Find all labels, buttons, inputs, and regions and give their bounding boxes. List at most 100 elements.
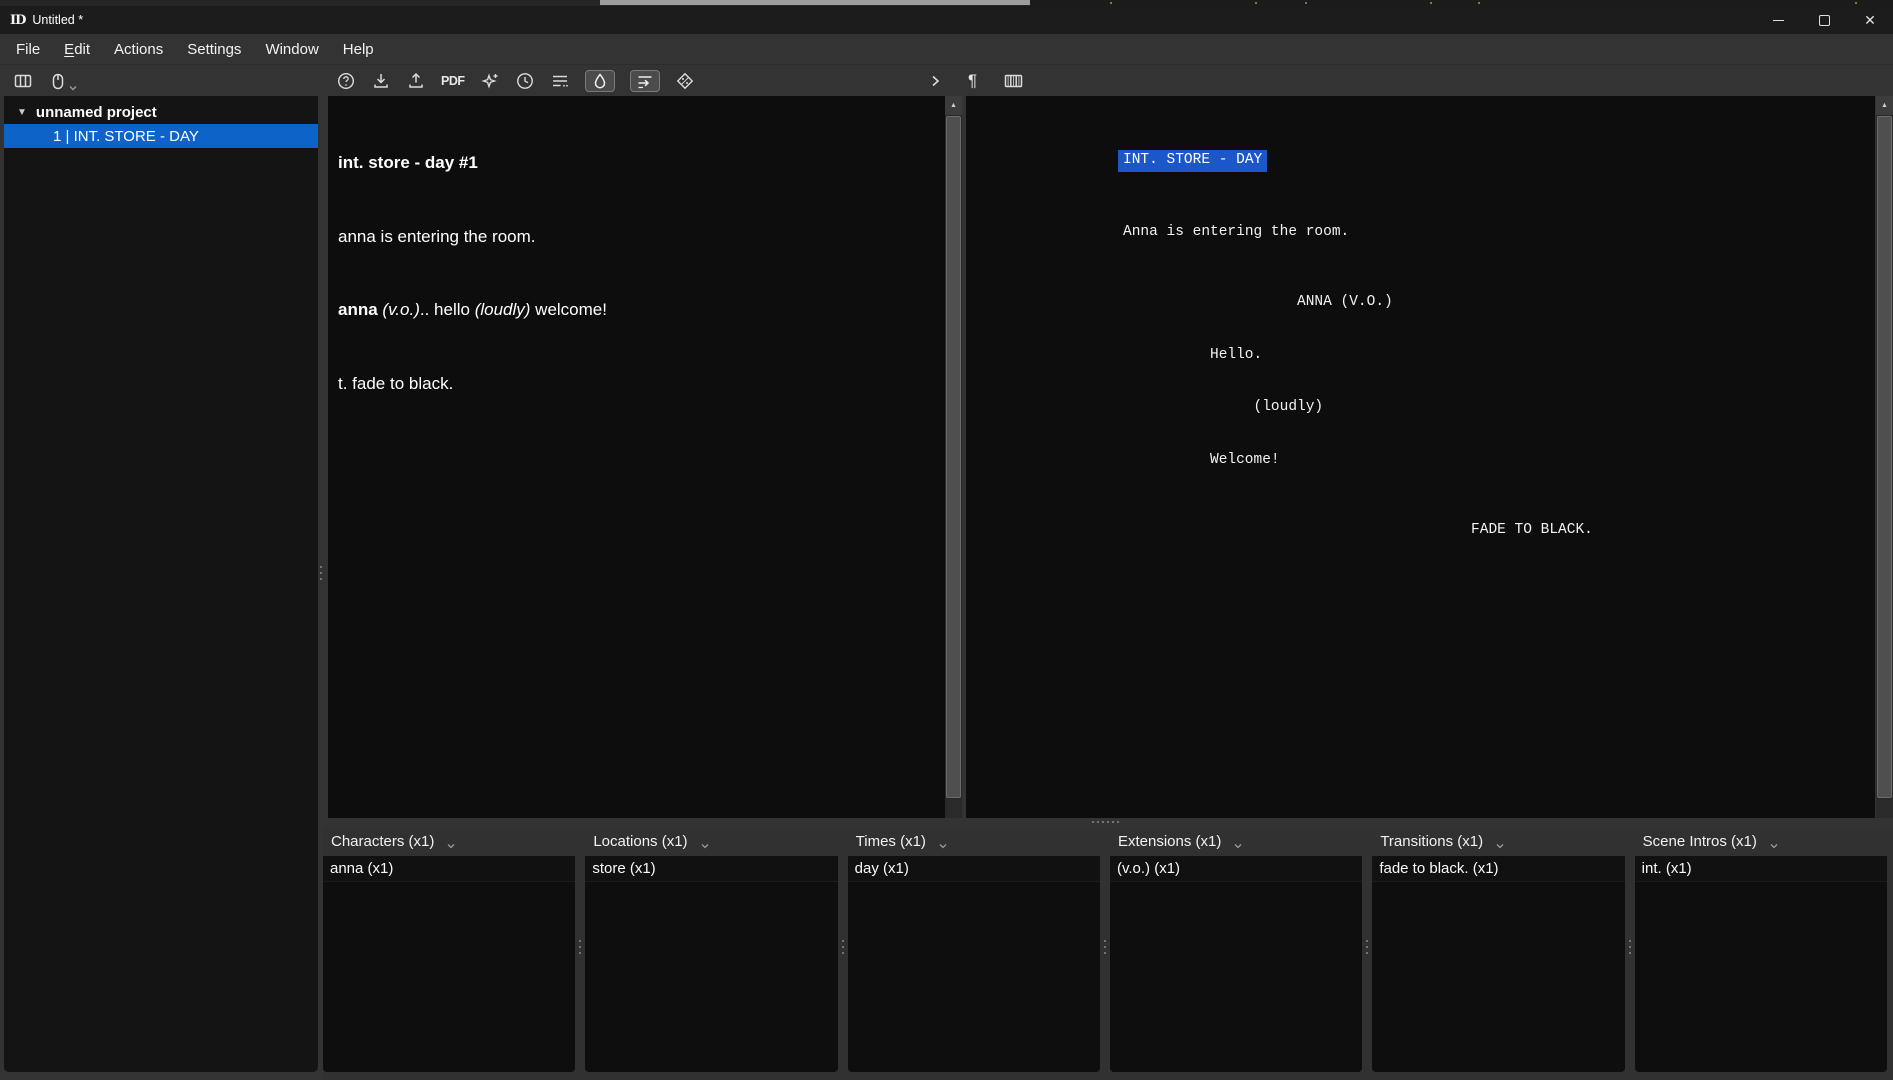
panel-splitter-handle[interactable]: [842, 940, 844, 954]
editor-dialogue-line[interactable]: anna (v.o.).. hello (loudly) welcome!: [338, 298, 933, 323]
editor-transition-line[interactable]: t. fade to black.: [338, 372, 933, 397]
script-editor-pane[interactable]: int. store - day #1 anna is entering the…: [328, 96, 945, 818]
menu-window[interactable]: Window: [265, 41, 318, 58]
list-item[interactable]: (v.o.) (x1): [1109, 856, 1363, 882]
preview-character-cue[interactable]: ANNA (V.O.): [1297, 294, 1875, 312]
editor-content[interactable]: int. store - day #1 anna is entering the…: [328, 96, 945, 445]
list-item[interactable]: anna (x1): [323, 856, 576, 882]
list-item[interactable]: store (x1): [585, 856, 838, 882]
panel-splitter-handle[interactable]: [1629, 940, 1631, 954]
page-columns-button[interactable]: [1003, 71, 1024, 91]
chevron-right-icon: [932, 75, 940, 87]
layout-columns-button[interactable]: [13, 71, 33, 91]
preview-scene-heading-line[interactable]: INT. STORE - DAY: [1118, 150, 1875, 172]
preview-scrollbar-thumb[interactable]: [1877, 116, 1892, 798]
panel-splitter-handle[interactable]: [1366, 940, 1368, 954]
list-item[interactable]: fade to black. (x1): [1372, 856, 1625, 882]
triangle-up-icon: ▲: [1881, 102, 1888, 109]
theme-ink-toggle-button[interactable]: [584, 70, 615, 92]
preview-parenthetical-line[interactable]: (loudly): [1254, 399, 1875, 417]
editor-scrollbar-thumb[interactable]: [946, 116, 961, 798]
menu-file[interactable]: File: [16, 41, 40, 58]
magic-button[interactable]: [480, 71, 500, 91]
panel-splitter-handle[interactable]: [579, 940, 581, 954]
history-button[interactable]: [515, 71, 535, 91]
mouse-settings-button[interactable]: [49, 72, 77, 91]
project-tree-root[interactable]: ▼ unnamed project: [4, 101, 318, 124]
titlebar: ID Untitled * ✕: [0, 6, 1893, 34]
upload-icon: [409, 72, 423, 88]
panel-splitter-handle[interactable]: [1104, 940, 1106, 954]
import-button[interactable]: [371, 71, 391, 91]
sort-chevron-icon[interactable]: [701, 843, 709, 849]
menu-edit[interactable]: Edit: [64, 41, 90, 58]
panel-header[interactable]: Locations (x1): [585, 827, 837, 856]
panel-header[interactable]: Scene Intros (x1): [1635, 827, 1887, 856]
panel-header[interactable]: Transitions (x1): [1372, 827, 1624, 856]
droplet-icon: [594, 73, 605, 89]
scene-tree-item-selected[interactable]: 1 | INT. STORE - DAY: [4, 124, 318, 148]
menu-help[interactable]: Help: [343, 41, 374, 58]
help-icon: [337, 72, 355, 90]
minimize-button[interactable]: [1755, 6, 1801, 34]
window-title: Untitled *: [32, 13, 84, 27]
menu-actions[interactable]: Actions: [114, 41, 163, 58]
sort-chevron-icon[interactable]: [1770, 843, 1778, 849]
preview-transition-line[interactable]: FADE TO BLACK.: [1471, 522, 1875, 540]
panel-transitions: Transitions (x1) fade to black. (x1): [1372, 827, 1625, 1072]
sort-chevron-icon[interactable]: [447, 843, 455, 849]
preview-action-line[interactable]: Anna is entering the room.: [1123, 224, 1875, 242]
editor-action-line[interactable]: anna is entering the room.: [338, 225, 933, 250]
preview-dialogue-line[interactable]: Hello.: [1210, 347, 1875, 365]
sliver-light-segment: [600, 0, 1030, 5]
dither-format-button[interactable]: [675, 71, 695, 91]
bottom-splitter-handle[interactable]: [1092, 821, 1119, 823]
project-name: unnamed project: [35, 104, 157, 121]
window-controls: ✕: [1755, 6, 1893, 34]
download-icon: [374, 74, 388, 88]
maximize-icon: [1818, 14, 1830, 26]
scroll-up-button[interactable]: ▲: [945, 96, 962, 115]
editor-scene-heading[interactable]: int. store - day #1: [338, 151, 933, 176]
expand-toolbar-button[interactable]: [928, 74, 942, 88]
clock-icon: [516, 73, 533, 89]
sort-chevron-icon[interactable]: [1496, 843, 1504, 849]
sliver-specks: [1110, 2, 1112, 4]
panel-title: Times (x1): [855, 833, 926, 850]
preview-dialogue-line[interactable]: Welcome!: [1210, 452, 1875, 470]
close-button[interactable]: ✕: [1847, 6, 1893, 34]
preview-scrollbar[interactable]: ▲ ▼: [1876, 96, 1893, 818]
sidebar-splitter-handle[interactable]: [320, 566, 322, 580]
export-button[interactable]: [406, 71, 426, 91]
script-preview-pane[interactable]: INT. STORE - DAY Anna is entering the ro…: [966, 96, 1875, 818]
mouse-icon: [52, 73, 64, 89]
help-button[interactable]: [336, 71, 356, 91]
tree-collapse-icon[interactable]: ▼: [17, 107, 27, 118]
scene-item-label: 1 | INT. STORE - DAY: [53, 127, 199, 145]
sort-chevron-icon[interactable]: [1234, 843, 1242, 849]
preview-scene-heading-highlight[interactable]: INT. STORE - DAY: [1118, 150, 1268, 172]
editor-scrollbar[interactable]: ▲ ▼: [945, 96, 1893, 1080]
wrap-lines-toggle-button[interactable]: [629, 70, 660, 92]
scroll-up-button[interactable]: ▲: [1876, 96, 1893, 115]
list-item[interactable]: int. (x1): [1634, 856, 1887, 882]
list-item[interactable]: day (x1): [847, 856, 1100, 882]
sparkle-plus-icon: [480, 73, 497, 89]
columns-hatched-icon: [1004, 74, 1023, 88]
maximize-button[interactable]: [1801, 6, 1847, 34]
minimize-icon: [1772, 19, 1784, 21]
panel-locations: Locations (x1) store (x1): [585, 827, 838, 1072]
pdf-export-button[interactable]: PDF: [441, 74, 465, 88]
panel-header[interactable]: Times (x1): [848, 827, 1100, 856]
toolbar: PDF ¶: [0, 64, 1893, 96]
panel-header[interactable]: Characters (x1): [323, 827, 575, 856]
panel-title: Transitions (x1): [1380, 833, 1484, 850]
edit-notes-button[interactable]: [550, 71, 570, 91]
panel-scene-intros: Scene Intros (x1) int. (x1): [1634, 827, 1887, 1072]
triangle-up-icon: ▲: [950, 102, 957, 109]
menu-settings[interactable]: Settings: [187, 41, 241, 58]
show-formatting-button[interactable]: ¶: [968, 71, 977, 91]
panel-header[interactable]: Extensions (x1): [1110, 827, 1362, 856]
sort-chevron-icon[interactable]: [939, 843, 947, 849]
panel-list: store (x1): [585, 856, 838, 1072]
